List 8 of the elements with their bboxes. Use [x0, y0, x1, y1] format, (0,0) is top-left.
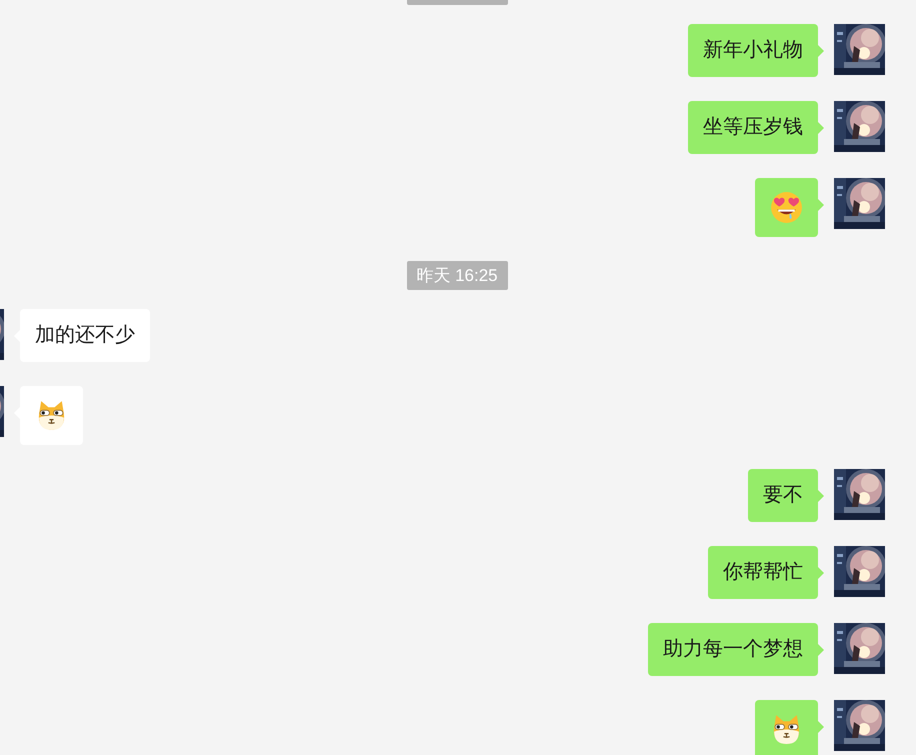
message-bubble: 要不: [748, 469, 818, 522]
message-bubble: 坐等压岁钱: [688, 101, 818, 154]
message-bubble: 助力每一个梦想: [648, 623, 818, 676]
message-bubble: 你帮帮忙: [708, 546, 818, 599]
heart-eyes-emoji-icon: [770, 191, 803, 224]
message-bubble: 新年小礼物: [688, 24, 818, 77]
message-bubble: 加的还不少: [20, 309, 150, 362]
timestamp: 昨天 16:25: [406, 261, 508, 290]
